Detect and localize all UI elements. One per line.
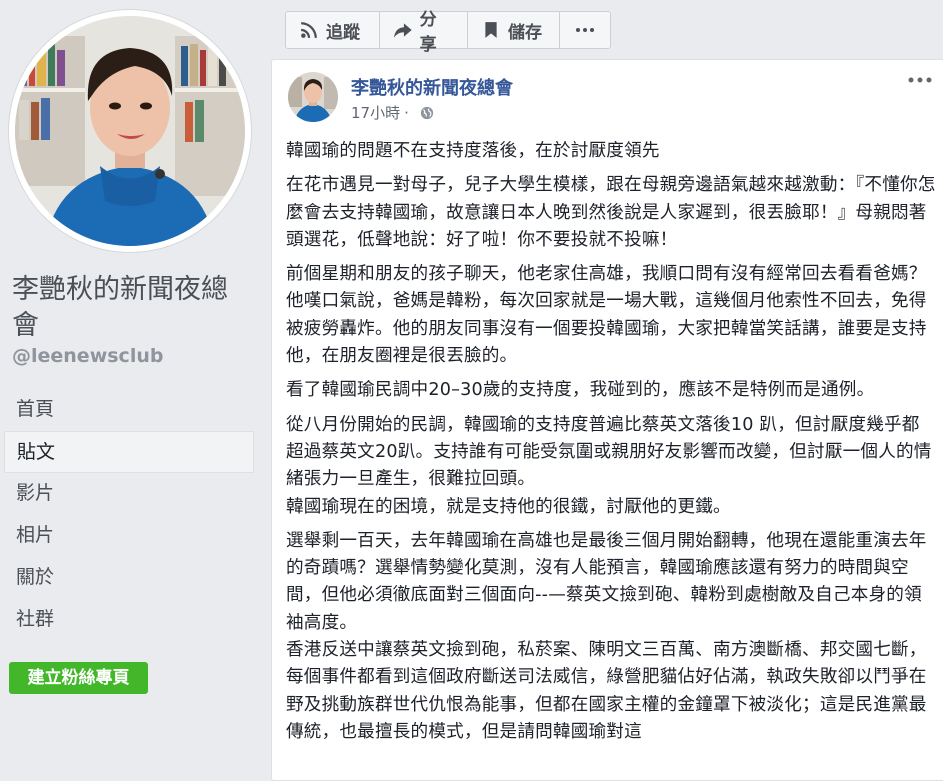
nav-item-posts[interactable]: 貼文	[4, 431, 254, 473]
nav-item-photos[interactable]: 相片	[4, 515, 254, 557]
follow-button[interactable]: 追蹤	[286, 12, 380, 48]
nav-item-home[interactable]: 首頁	[4, 389, 254, 431]
ellipsis-icon	[576, 28, 594, 32]
globe-icon	[420, 106, 433, 119]
post-paragraph: 從八月份開始的民調，韓國瑜的支持度普遍比蔡英文落後10 趴，但討厭度幾乎都超過蔡…	[286, 414, 932, 490]
post-paragraph: 選舉剩一百天，去年韓國瑜在高雄也是最後三個月開始翻轉，他現在還能重演去年的奇蹟嗎…	[286, 530, 927, 633]
nav-item-videos[interactable]: 影片	[4, 473, 254, 515]
avatar-image	[288, 72, 338, 122]
post-card: 李艷秋的新聞夜總會 17小時 · 韓國瑜的問題不在支持度落後，在於討厭度領先 在…	[271, 59, 943, 781]
share-arrow-icon	[394, 23, 412, 38]
more-options-button[interactable]	[560, 12, 610, 48]
post-options-button[interactable]	[906, 70, 934, 90]
page-action-toolbar: 追蹤 分享 儲存	[285, 10, 611, 55]
meta-separator: ·	[404, 103, 409, 122]
post-author-name[interactable]: 李艷秋的新聞夜總會	[351, 74, 513, 100]
post-paragraph: 前個星期和朋友的孩子聊天，他老家住高雄，我順口問有沒有經常回去看看爸媽？他嘆口氣…	[286, 264, 927, 367]
post-paragraph: 韓國瑜的問題不在支持度落後，在於討厭度領先	[286, 141, 660, 161]
follow-label: 追蹤	[326, 22, 360, 43]
profile-picture[interactable]	[9, 10, 251, 252]
save-label: 儲存	[508, 22, 542, 43]
post-paragraph: 看了韓國瑜民調中20–30歲的支持度，我碰到的，應該不是特例而是通例。	[286, 380, 875, 401]
post-paragraph: 韓國瑜現在的困境，就是支持他的很鐵，討厭他的更鐵。	[286, 496, 731, 517]
page-username[interactable]: @leenewsclub	[12, 345, 163, 367]
post-meta: 17小時 ·	[351, 102, 434, 123]
rss-icon	[301, 22, 317, 38]
ellipsis-icon	[908, 77, 932, 83]
nav-item-community[interactable]: 社群	[4, 599, 254, 641]
post-text: 韓國瑜的問題不在支持度落後，在於討厭度領先 在花市遇見一對母子，兒子大學生模樣，…	[286, 138, 936, 753]
post-paragraph: 香港反送中讓蔡英文撿到砲，私菸案、陳明文三百萬、南方澳斷橋、邦交國七斷，每個事件…	[286, 640, 927, 742]
profile-photo-image	[15, 16, 245, 246]
save-button[interactable]: 儲存	[468, 12, 560, 48]
share-label: 分享	[419, 10, 437, 55]
share-button[interactable]: 分享	[380, 10, 468, 55]
post-timestamp[interactable]: 17小時	[351, 102, 400, 123]
post-author-avatar[interactable]	[288, 72, 338, 122]
nav-item-about[interactable]: 關於	[4, 557, 254, 599]
bookmark-icon	[485, 22, 497, 38]
create-fan-page-button[interactable]: 建立粉絲專頁	[9, 662, 148, 694]
page-navigation: 首頁 貼文 影片 相片 關於 社群	[4, 389, 254, 641]
page-sidebar: 李艷秋的新聞夜總會 @leenewsclub 首頁 貼文 影片 相片 關於 社群…	[0, 0, 262, 765]
post-paragraph: 在花市遇見一對母子，兒子大學生模樣，跟在母親旁邊語氣越來越激動：『不懂你怎麼會去…	[286, 175, 936, 250]
page-title: 李艷秋的新聞夜總會	[12, 274, 228, 341]
